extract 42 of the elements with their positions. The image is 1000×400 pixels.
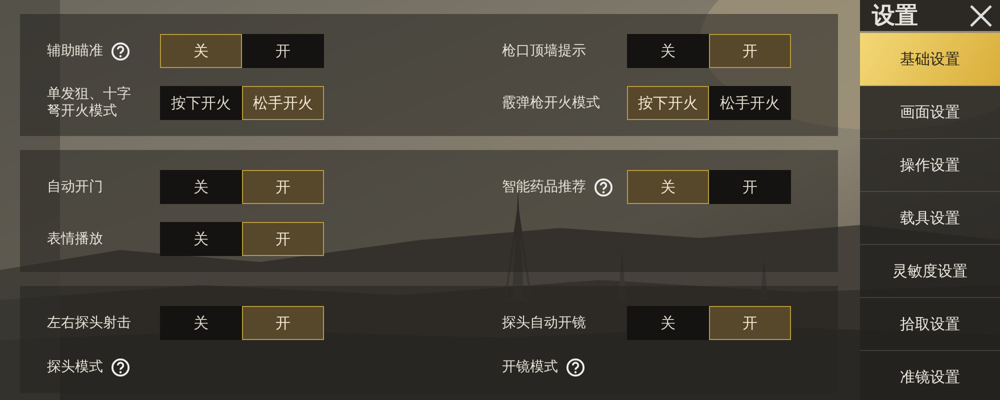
sidebar-tab[interactable]: 画面设置 — [860, 86, 1000, 139]
toggle-option[interactable]: 开 — [242, 222, 324, 256]
toggle-option[interactable]: 关 — [627, 170, 709, 204]
toggle-option[interactable]: 按下开火 — [160, 86, 242, 120]
setting-label: 探头模式 — [47, 359, 103, 376]
setting-label: 枪口顶墙提示 — [502, 42, 586, 60]
toggle-option[interactable]: 开 — [242, 34, 324, 68]
setting-label: 智能药品推荐 — [502, 178, 586, 196]
close-icon[interactable] — [968, 2, 994, 28]
setting-label: 霰弹枪开火模式 — [502, 94, 600, 112]
setting-label: 探头自动开镜 — [502, 314, 586, 332]
setting-label: 自动开门 — [47, 178, 103, 196]
toggle-option[interactable]: 关 — [160, 34, 242, 68]
toggle-option[interactable]: 开 — [709, 306, 791, 340]
toggle-option[interactable]: 开 — [709, 34, 791, 68]
setting-label: 左右探头射击 — [47, 314, 131, 332]
toggle-option[interactable]: 关 — [627, 34, 709, 68]
toggle-option[interactable]: 开 — [242, 306, 324, 340]
sidebar-tab[interactable]: 操作设置 — [860, 139, 1000, 192]
toggle-option[interactable]: 关 — [160, 222, 242, 256]
toggle-option[interactable]: 关 — [160, 170, 242, 204]
settings-title: 设置 — [872, 2, 918, 31]
toggle-option[interactable]: 松手开火 — [709, 86, 791, 120]
sidebar-tab[interactable]: 基础设置 — [860, 33, 1000, 86]
help-icon[interactable] — [111, 358, 130, 377]
toggle-option[interactable]: 关 — [160, 306, 242, 340]
toggle-option[interactable]: 松手开火 — [242, 86, 324, 120]
sidebar-tab[interactable]: 拾取设置 — [860, 298, 1000, 351]
help-icon[interactable] — [594, 178, 613, 196]
toggle-option[interactable]: 开 — [709, 170, 791, 204]
toggle-option[interactable]: 开 — [242, 170, 324, 204]
setting-label: 单发狙、十字弩开火模式 — [47, 86, 132, 120]
setting-label: 表情播放 — [47, 230, 103, 248]
sidebar-tab[interactable]: 准镜设置 — [860, 351, 1000, 400]
setting-label: 辅助瞄准 — [47, 42, 103, 60]
setting-label: 开镜模式 — [502, 359, 558, 376]
toggle-option[interactable]: 关 — [627, 306, 709, 340]
toggle-option[interactable]: 按下开火 — [627, 86, 709, 120]
sidebar-tab[interactable]: 载具设置 — [860, 192, 1000, 245]
help-icon[interactable] — [111, 42, 130, 60]
sidebar-tab[interactable]: 灵敏度设置 — [860, 245, 1000, 298]
help-icon[interactable] — [566, 358, 585, 377]
